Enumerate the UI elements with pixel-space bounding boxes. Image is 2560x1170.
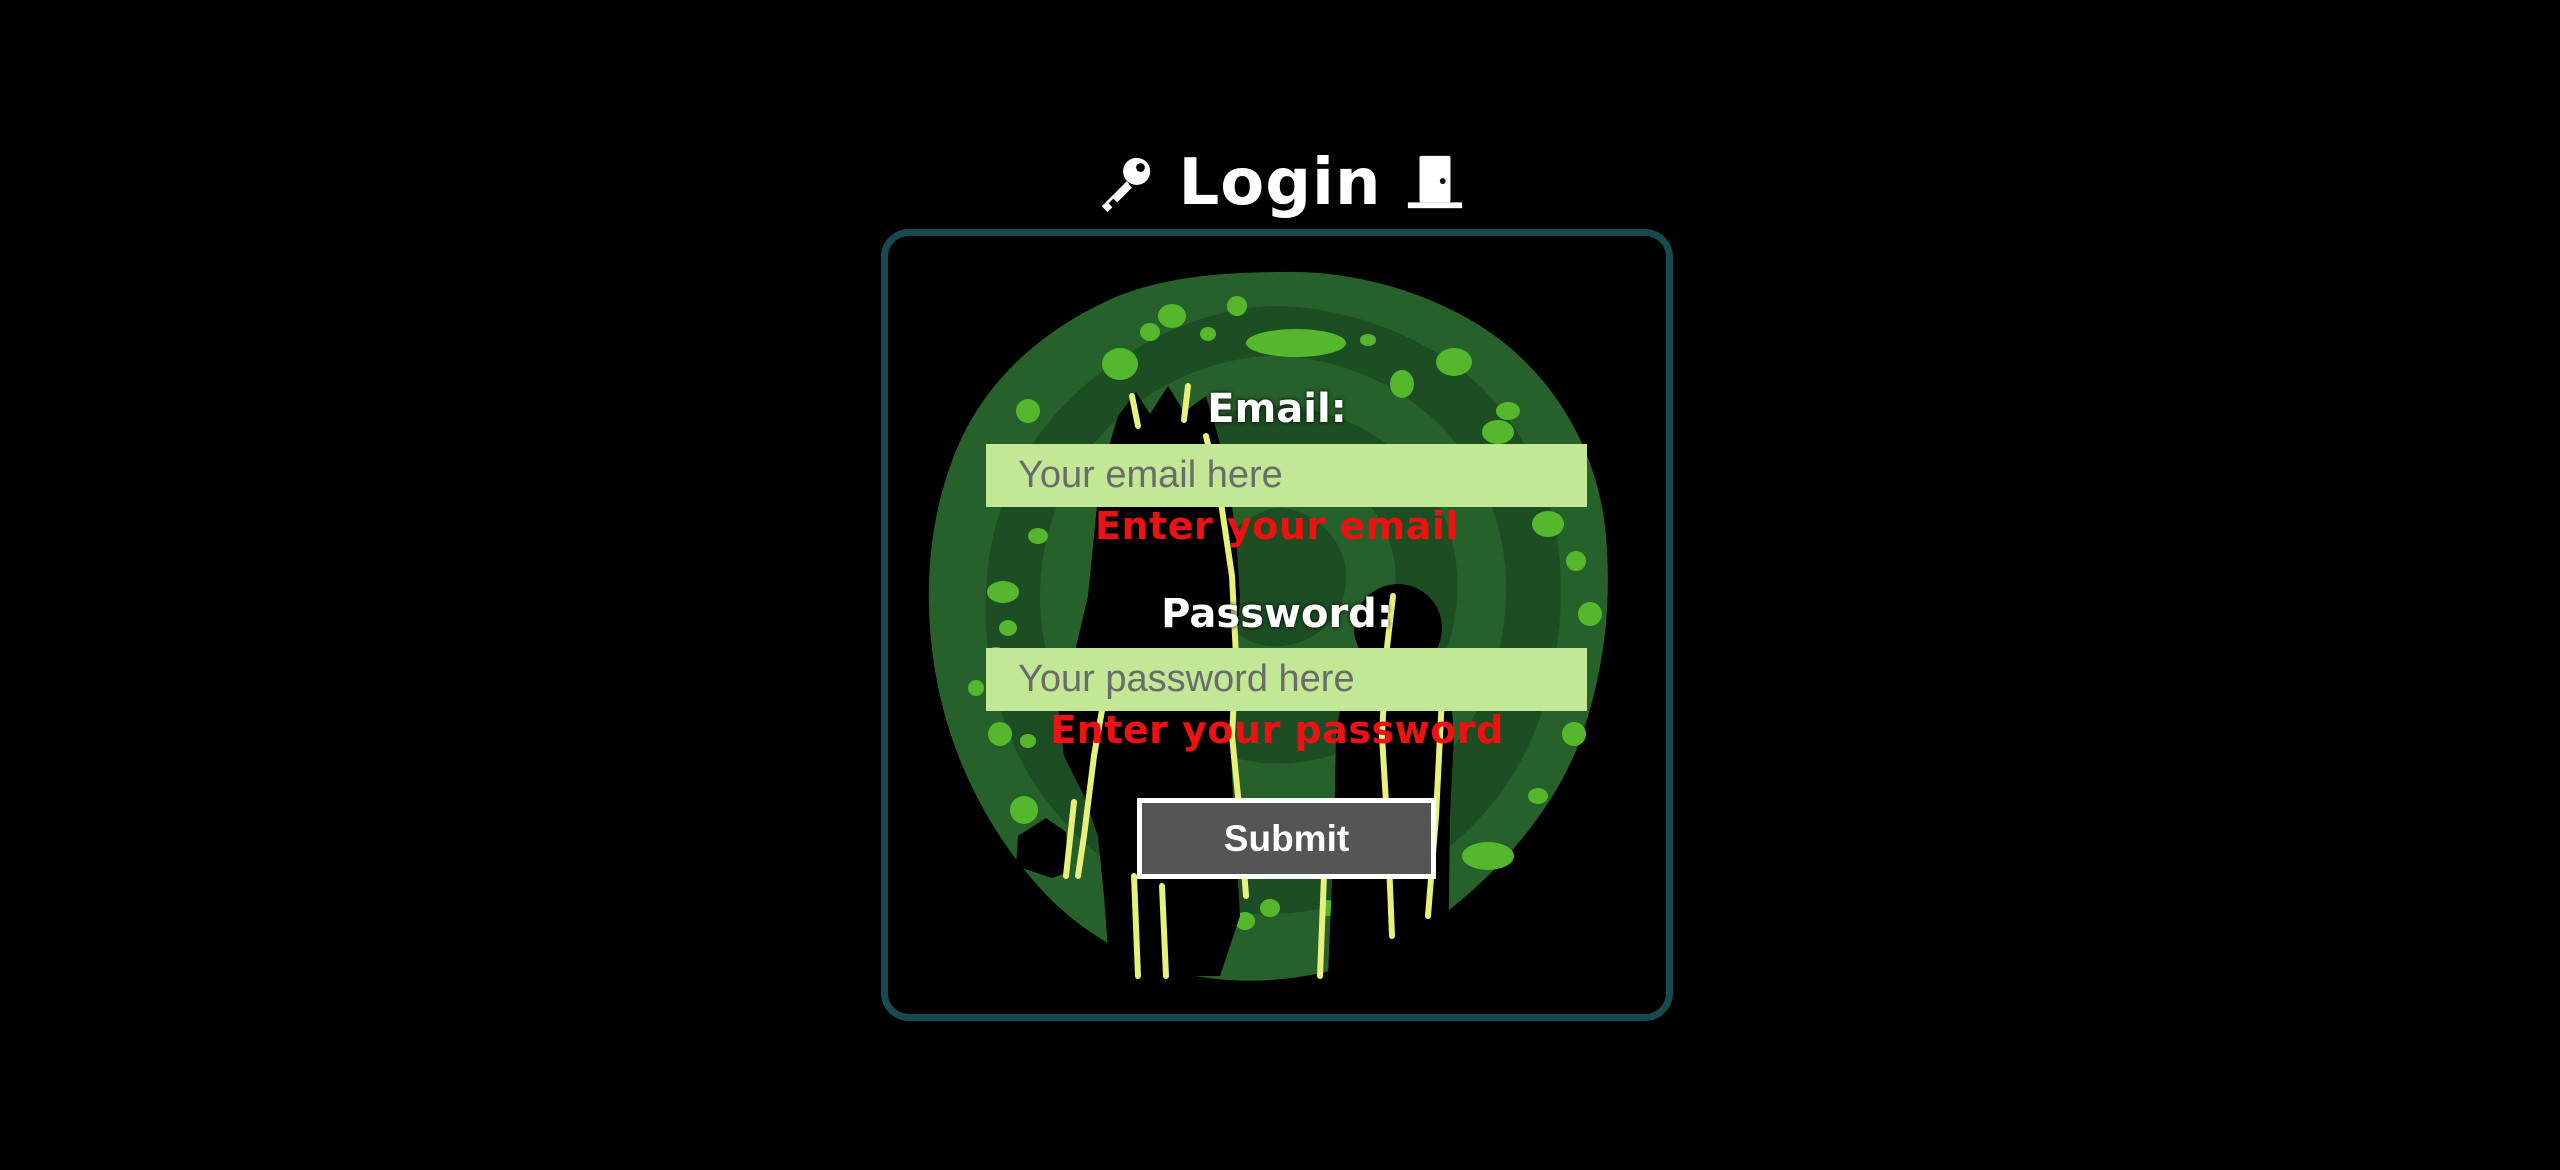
- password-field[interactable]: [986, 648, 1587, 711]
- email-field[interactable]: [986, 444, 1587, 507]
- login-form: Email: Enter your email Password: Enter …: [888, 236, 1666, 1014]
- password-error-message: Enter your password: [1050, 708, 1504, 752]
- login-card: Email: Enter your email Password: Enter …: [881, 229, 1673, 1021]
- email-label: Email:: [1207, 386, 1347, 432]
- login-header: Login: [0, 138, 2560, 228]
- page-title: Login: [1178, 146, 1382, 220]
- key-icon: [1094, 152, 1156, 214]
- login-page: Login Email: Your email here Enter your …: [0, 0, 2560, 1170]
- email-error-message: Enter your email: [1095, 504, 1459, 548]
- password-label: Password:: [1161, 591, 1393, 637]
- door-icon: [1404, 152, 1466, 214]
- submit-button[interactable]: Submit: [1137, 798, 1436, 879]
